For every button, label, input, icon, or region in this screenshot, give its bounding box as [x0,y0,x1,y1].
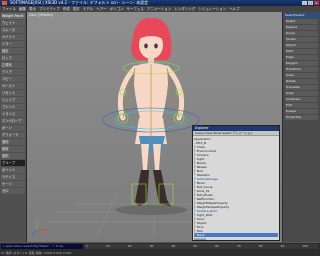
maximize-button[interactable]: □ [308,1,313,5]
left-panel-button[interactable]: シェイプ [1,97,25,103]
timeline-tick: 50 [193,244,198,248]
left-panel-button[interactable]: 選択 [1,153,25,159]
app-icon [2,1,7,5]
left-panel-button[interactable]: 固定 [1,48,25,54]
left-panel-button[interactable]: グループ [1,160,25,166]
left-panel-button[interactable]: ラティス [1,174,25,180]
close-button[interactable]: × [314,1,319,5]
mode-tab[interactable]: Select/Select [284,13,319,18]
right-panel: Select/Select Select Explore Group Center Ob… [282,12,320,242]
right-panel-button[interactable]: Select [285,19,318,24]
left-panel-button[interactable]: リセット [1,90,25,96]
right-panel-button[interactable]: Constrain [285,97,318,102]
timeline-tick: 30 [149,244,154,248]
timeline-tick: 90 [280,244,285,248]
left-panel: Weight Panel ウェイト スムーズ ペイント ミラー 固定 ロック 正規化 クリアコ… [0,12,27,242]
right-panel-button[interactable]: Snap [285,91,318,96]
timeline-tick: 40 [171,244,176,248]
left-panel-button[interactable]: デフォーマ [1,132,25,138]
left-panel-button[interactable]: ケージ [1,181,25,187]
right-panel-button[interactable]: Scale [285,73,318,78]
left-panel-button[interactable]: ミラー [1,41,25,47]
right-boot [153,170,171,206]
right-panel-button[interactable]: Point [285,49,318,54]
left-panel-button[interactable]: ゼロ [1,188,25,194]
left-panel-button[interactable]: ペースト [1,83,25,89]
left-panel-button[interactable]: 適用 [1,139,25,145]
left-boot [135,170,149,206]
character-shadow [115,205,187,215]
left-panel-button[interactable]: ロック [1,55,25,61]
explorer-tree: Application - MTX_B ├ Chain ├ Environment… [193,136,279,242]
explorer-window: Explorer Scene View Show Select アニメーション … [192,125,280,241]
axis-gizmo [31,220,47,236]
timeline-tick: 10 [105,244,110,248]
left-panel-header: Weight Panel [1,13,25,19]
left-panel-button[interactable]: ペイント [1,34,25,40]
right-panel-button[interactable]: Explore [285,25,318,30]
left-eye [144,43,148,49]
viewport-label[interactable]: User [Hidden] [29,13,53,17]
left-panel-button[interactable]: クリア [1,69,25,75]
right-panel-button[interactable]: Translate [285,85,318,90]
timeline-tick: 60 [215,244,219,248]
minimize-button[interactable]: – [302,1,307,5]
right-panel-button[interactable]: Polygon [285,61,318,66]
right-eye [154,43,158,49]
right-panel-button[interactable]: Rotate [285,79,318,84]
left-panel-button[interactable]: ウェイト [1,20,25,26]
timeline[interactable]: 1 10 20 30 40 50 60 70 80 90 100 [84,244,318,249]
right-panel-button[interactable]: Center [285,37,318,42]
rig-controls[interactable] [102,61,200,205]
right-panel-button[interactable]: Freeze [285,109,318,114]
left-thigh [141,144,149,170]
left-panel-button[interactable]: スムーズ [1,27,25,33]
timeline-tick: 1 [86,244,88,248]
timeline-tick: 100 [302,244,309,248]
command-line[interactable]: > Application.SelectObj("Mesh", "", True… [1,244,83,249]
right-panel-button[interactable]: Object [285,43,318,48]
left-panel-button[interactable]: ボーン [1,125,25,131]
right-panel-button[interactable]: Group [285,31,318,36]
left-panel-button[interactable]: エンベロープ [1,118,25,124]
window-controls: – □ × [302,1,319,5]
left-panel-button[interactable]: ポイント [1,167,25,173]
right-panel-button[interactable]: Transform [285,67,318,72]
timeline-tick: 70 [236,244,241,248]
left-panel-button[interactable]: 削除 [1,146,25,152]
tree-item[interactable]: Camera [194,237,278,241]
timeline-tick: 20 [127,244,132,248]
left-panel-button[interactable]: コピー [1,76,25,82]
left-panel-button[interactable]: トランス [1,111,25,117]
right-thigh [153,144,161,170]
left-panel-button[interactable]: ブレンド [1,104,25,110]
left-panel-button[interactable]: 正規化 [1,62,25,68]
status-bar: M: 選択 (ボタン) R: 回転 移動: 0.000 0.000 0.000 [1,251,72,255]
right-panel-button[interactable]: Edge [285,55,318,60]
timeline-tick: 80 [258,244,263,248]
bottom-bar: > Application.SelectObj("Mesh", "", True… [0,242,320,256]
right-panel-button[interactable]: Properties [285,115,318,120]
window-title: SOFTIMAGE|XSI | XSI3D v4.2 - ファイル: デフォルト… [10,0,149,5]
right-panel-button[interactable]: Edit [285,103,318,108]
